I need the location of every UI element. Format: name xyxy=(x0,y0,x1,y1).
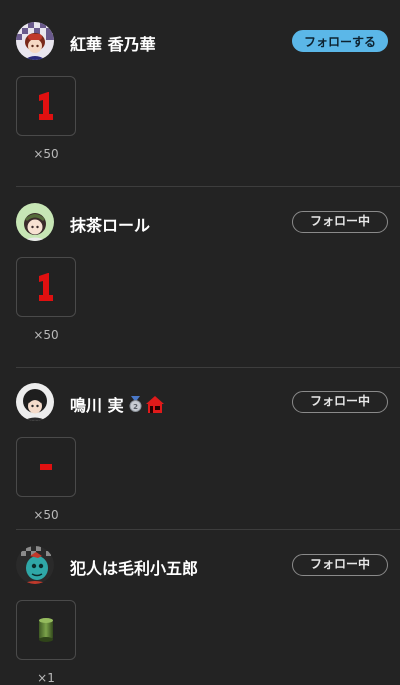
user-avatar-icon xyxy=(16,22,54,60)
red-house-icon xyxy=(145,395,164,413)
user-avatar-icon xyxy=(16,546,54,584)
gift-count: ×50 xyxy=(33,147,59,161)
gift-tile xyxy=(16,76,76,136)
username: 紅華 香乃華 xyxy=(70,35,156,54)
badge-group: 2 xyxy=(128,395,164,413)
following-button[interactable]: フォロー中 xyxy=(292,211,388,233)
red-number-one-icon xyxy=(39,92,53,120)
username-group: 紅華 香乃華 xyxy=(70,31,156,55)
silver-medal-2-icon: 2 xyxy=(129,396,142,412)
divider xyxy=(16,186,400,187)
divider xyxy=(16,529,400,530)
user-avatar-icon xyxy=(16,203,54,241)
green-cylinder-icon xyxy=(39,618,53,642)
following-button[interactable]: フォロー中 xyxy=(292,554,388,576)
avatar[interactable] xyxy=(16,546,54,584)
gift-count: ×50 xyxy=(33,508,59,522)
divider xyxy=(16,367,400,368)
avatar[interactable] xyxy=(16,203,54,241)
username: 抹茶ロール xyxy=(70,216,151,235)
gift-count: ×1 xyxy=(37,671,55,685)
follow-button[interactable]: フォローする xyxy=(292,30,388,52)
avatar[interactable] xyxy=(16,22,54,60)
gift-tile xyxy=(16,600,76,660)
gift-tile xyxy=(16,437,76,497)
svg-text:2: 2 xyxy=(133,403,138,411)
username: 犯人は毛利小五郎 xyxy=(70,559,199,578)
username-group: 鳴川 実 2 xyxy=(70,392,164,416)
gift-tile xyxy=(16,257,76,317)
red-dash-icon xyxy=(40,464,52,470)
following-button[interactable]: フォロー中 xyxy=(292,391,388,413)
username: 鳴川 実 xyxy=(70,396,124,415)
avatar[interactable] xyxy=(16,383,54,421)
red-number-one-icon xyxy=(39,273,53,301)
user-avatar-icon xyxy=(16,383,54,421)
gift-count: ×50 xyxy=(33,328,59,342)
username-group: 抹茶ロール xyxy=(70,212,150,236)
username-group: 犯人は毛利小五郎 xyxy=(70,555,198,579)
